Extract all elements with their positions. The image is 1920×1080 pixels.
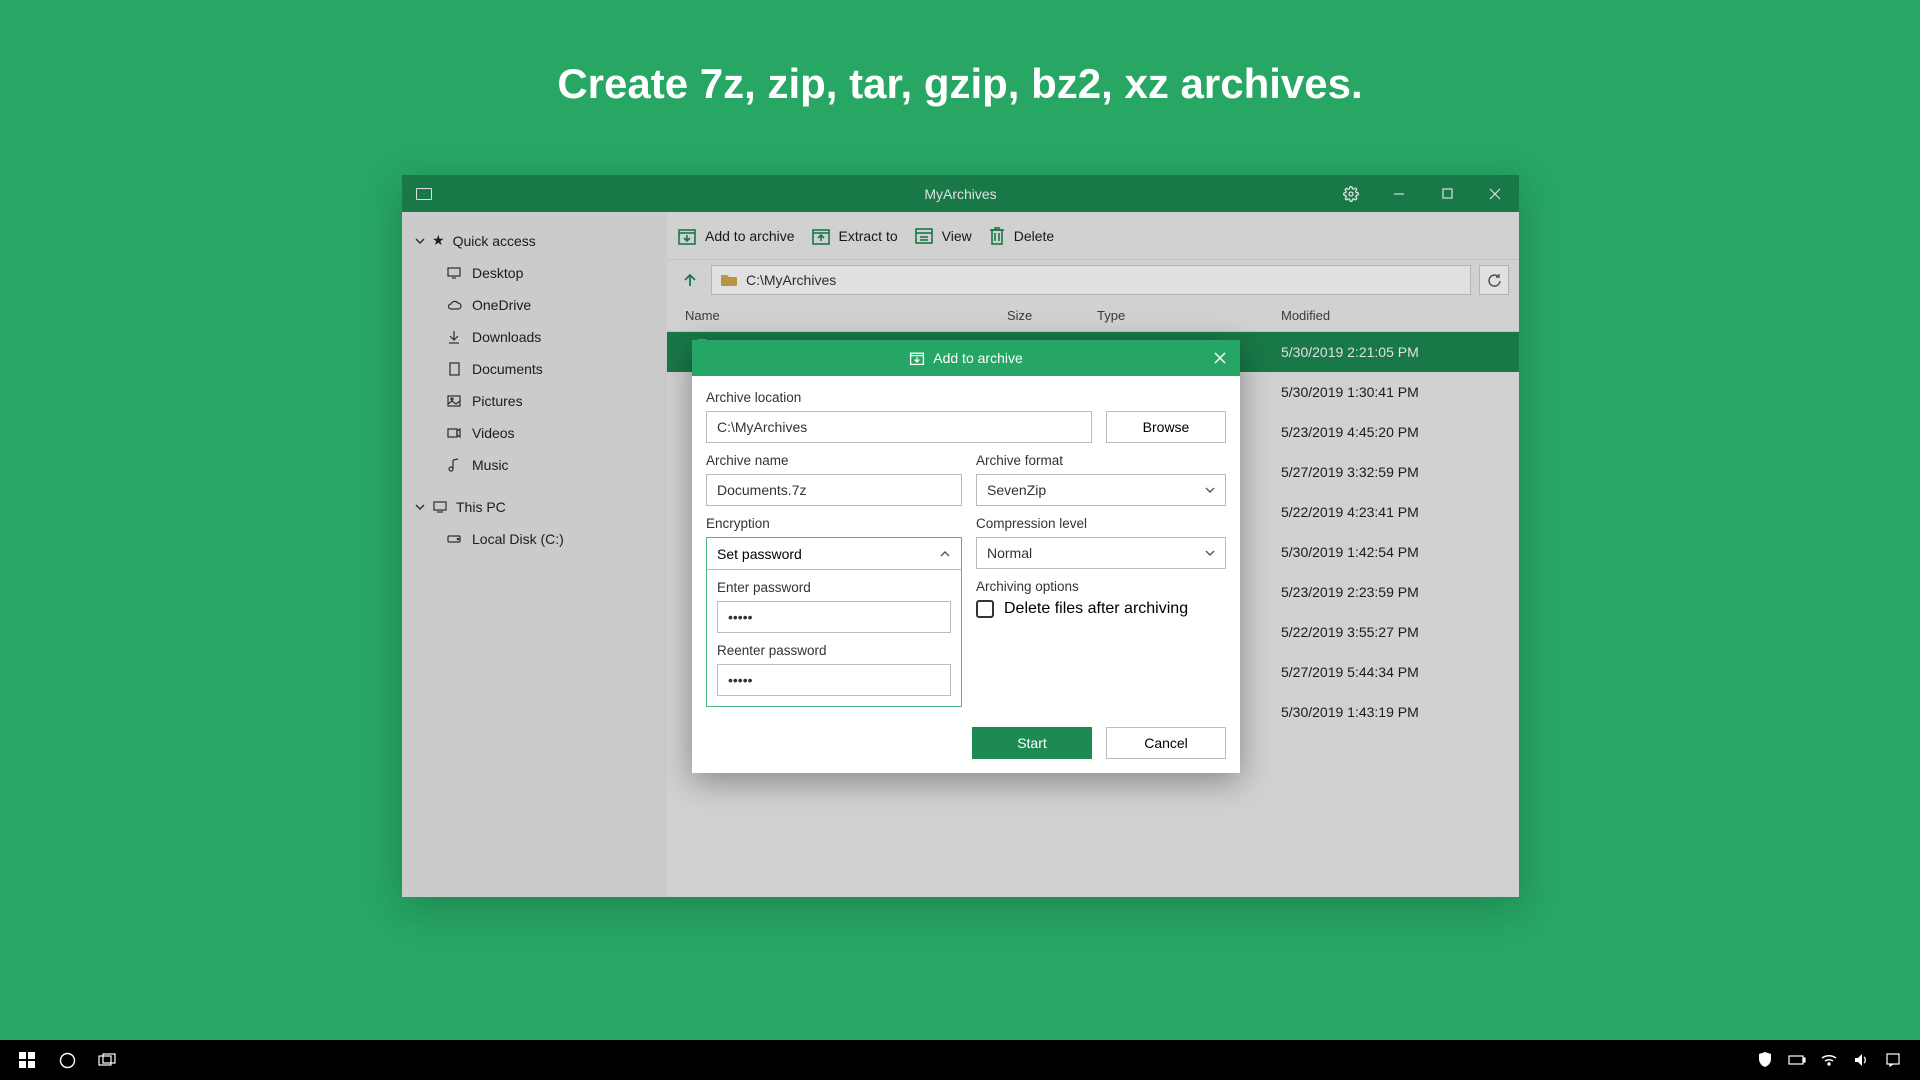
dialog-close-button[interactable] [1200,340,1240,376]
encryption-label: Encryption [706,516,962,531]
add-to-archive-dialog: Add to archive Archive location Browse A… [692,340,1240,773]
circle-icon [59,1052,76,1069]
delete-after-checkbox[interactable] [976,600,994,618]
archive-format-label: Archive format [976,453,1226,468]
taskbar [0,1040,1920,1080]
archive-format-select[interactable] [976,474,1226,506]
start-button[interactable]: Start [972,727,1092,759]
notification-icon [1885,1052,1901,1068]
archive-name-input[interactable] [706,474,962,506]
task-view-icon [98,1053,116,1067]
set-password-label: Set password [717,546,802,562]
encryption-panel: Set password Enter password Reenter pass… [706,537,962,707]
windows-icon [19,1052,35,1068]
compression-label: Compression level [976,516,1226,531]
tray-security-icon[interactable] [1756,1051,1774,1069]
tray-notifications-icon[interactable] [1884,1051,1902,1069]
archive-name-label: Archive name [706,453,962,468]
cancel-button[interactable]: Cancel [1106,727,1226,759]
tray-battery-icon[interactable] [1788,1051,1806,1069]
wifi-icon [1821,1054,1837,1066]
browse-button[interactable]: Browse [1106,411,1226,443]
delete-after-label: Delete files after archiving [1004,600,1188,618]
password-confirm-input[interactable] [717,664,951,696]
tray-wifi-icon[interactable] [1820,1051,1838,1069]
dialog-header: Add to archive [692,340,1240,376]
dialog-title: Add to archive [933,350,1023,366]
set-password-toggle[interactable]: Set password [707,538,961,570]
chevron-up-icon [939,548,951,560]
archive-add-icon [909,350,925,366]
archive-location-input[interactable] [706,411,1092,443]
cortana-button[interactable] [58,1051,76,1069]
archiving-options-label: Archiving options [976,579,1226,594]
battery-icon [1788,1055,1806,1065]
start-button[interactable] [18,1051,36,1069]
hero-headline: Create 7z, zip, tar, gzip, bz2, xz archi… [557,60,1362,108]
speaker-icon [1854,1053,1869,1067]
password-input[interactable] [717,601,951,633]
archive-location-label: Archive location [706,390,1226,405]
shield-icon [1758,1052,1772,1068]
reenter-password-label: Reenter password [717,643,951,658]
tray-volume-icon[interactable] [1852,1051,1870,1069]
compression-select[interactable] [976,537,1226,569]
enter-password-label: Enter password [717,580,951,595]
task-view-button[interactable] [98,1051,116,1069]
close-icon [1214,352,1226,364]
